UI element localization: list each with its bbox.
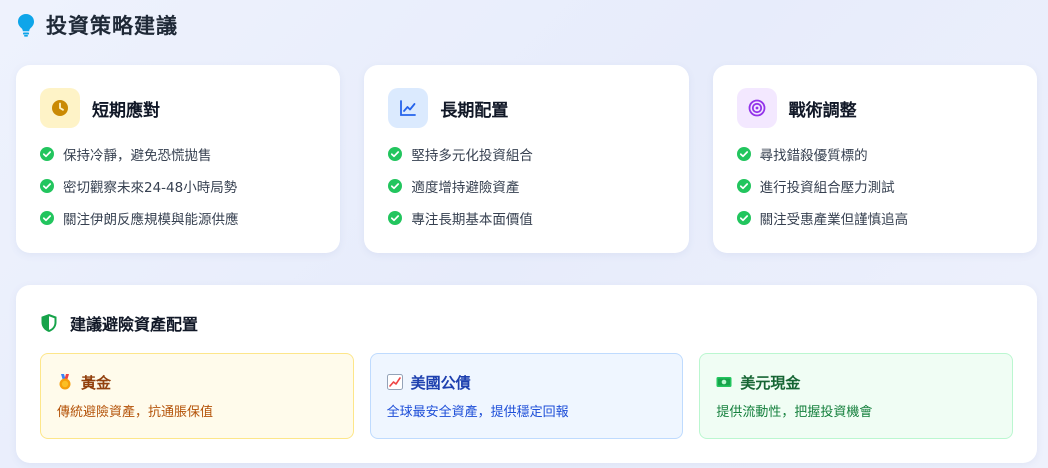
list-item: 堅持多元化投資組合 (388, 138, 664, 170)
dollar-banknote-icon (716, 374, 732, 390)
lightbulb-icon (16, 12, 36, 38)
check-circle-icon (388, 211, 403, 225)
list-item: 適度增持避險資產 (388, 170, 664, 202)
hedge-title: 建議避險資產配置 (70, 315, 199, 334)
card-title: 短期應對 (92, 100, 160, 121)
strategy-cards: 短期應對 保持冷靜，避免恐慌拋售 密切觀察未來24-48小時局勢 關注伊朗反應規… (16, 65, 1037, 253)
page-title: 投資策略建議 (46, 14, 178, 38)
check-circle-icon (736, 147, 751, 161)
asset-header: 黃金 (57, 371, 337, 393)
asset-card-cash: 美元現金 提供流動性，把握投資機會 (699, 353, 1014, 439)
asset-description: 全球最安全資產，提供穩定回報 (386, 405, 569, 420)
clock-icon (40, 88, 80, 128)
check-circle-icon (388, 147, 403, 161)
list-item-text: 關注受惠產業但謹慎追高 (759, 212, 909, 228)
strategy-card-tactical: 戰術調整 尋找錯殺優質標的 進行投資組合壓力測試 關注受惠產業但謹慎追高 (712, 65, 1037, 253)
asset-name: 美國公債 (410, 373, 471, 392)
list-item-text: 進行投資組合壓力測試 (759, 180, 895, 196)
asset-card-treasury: 美國公債 全球最安全資產，提供穩定回報 (369, 353, 684, 439)
list-item: 密切觀察未來24-48小時局勢 (40, 170, 316, 202)
list-item-text: 專注長期基本面價值 (411, 212, 533, 228)
list-item-text: 關注伊朗反應規模與能源供應 (63, 212, 239, 228)
bullet-list: 尋找錯殺優質標的 進行投資組合壓力測試 關注受惠產業但謹慎追高 (736, 138, 1013, 234)
card-header: 短期應對 (40, 88, 316, 128)
list-item: 進行投資組合壓力測試 (736, 170, 1013, 202)
target-icon (736, 88, 777, 128)
medal-icon (57, 374, 73, 390)
chart-line-icon (388, 88, 429, 128)
bullet-list: 堅持多元化投資組合 適度增持避險資產 專注長期基本面價值 (388, 138, 664, 234)
check-circle-icon (40, 211, 54, 225)
card-title: 戰術調整 (788, 100, 857, 121)
asset-header: 美國公債 (386, 371, 667, 393)
hedge-header: 建議避險資產配置 (40, 311, 1013, 335)
check-circle-icon (40, 147, 54, 161)
strategy-card-long-term: 長期配置 堅持多元化投資組合 適度增持避險資產 專注長期基本面價值 (364, 65, 689, 253)
list-item-text: 密切觀察未來24-48小時局勢 (63, 180, 238, 196)
list-item-text: 保持冷靜，避免恐慌拋售 (63, 148, 212, 164)
asset-cards: 黃金 傳統避險資產，抗通脹保值 美國公債 全球最安全資產，提供穩定回報 美元現金… (40, 353, 1014, 439)
list-item: 專注長期基本面價值 (388, 202, 664, 234)
asset-header: 美元現金 (716, 371, 996, 393)
list-item: 關注伊朗反應規模與能源供應 (40, 202, 316, 234)
asset-description: 提供流動性，把握投資機會 (716, 405, 873, 420)
bullet-list: 保持冷靜，避免恐慌拋售 密切觀察未來24-48小時局勢 關注伊朗反應規模與能源供… (40, 138, 316, 234)
page-header: 投資策略建議 (16, 8, 178, 42)
card-title: 長期配置 (440, 100, 509, 121)
card-header: 戰術調整 (736, 88, 1013, 128)
check-circle-icon (736, 179, 751, 193)
asset-name: 美元現金 (740, 373, 801, 392)
list-item: 尋找錯殺優質標的 (736, 138, 1013, 170)
card-header: 長期配置 (388, 88, 664, 128)
asset-card-gold: 黃金 傳統避險資產，抗通脹保值 (40, 353, 354, 439)
asset-description: 傳統避險資產，抗通脹保值 (57, 405, 214, 420)
strategy-card-short-term: 短期應對 保持冷靜，避免恐慌拋售 密切觀察未來24-48小時局勢 關注伊朗反應規… (16, 65, 341, 253)
asset-name: 黃金 (81, 373, 112, 392)
list-item-text: 尋找錯殺優質標的 (759, 148, 868, 164)
list-item-text: 適度增持避險資產 (411, 180, 520, 196)
list-item: 關注受惠產業但謹慎追高 (736, 202, 1013, 234)
check-circle-icon (736, 211, 751, 225)
shield-icon (41, 314, 57, 332)
hedge-allocation-panel: 建議避險資產配置 黃金 傳統避險資產，抗通脹保值 美國公債 全球最安全資產，提供… (16, 285, 1037, 463)
list-item-text: 堅持多元化投資組合 (411, 148, 533, 164)
chart-increasing-icon (386, 374, 403, 390)
list-item: 保持冷靜，避免恐慌拋售 (40, 138, 316, 170)
check-circle-icon (40, 179, 54, 193)
check-circle-icon (388, 179, 403, 193)
